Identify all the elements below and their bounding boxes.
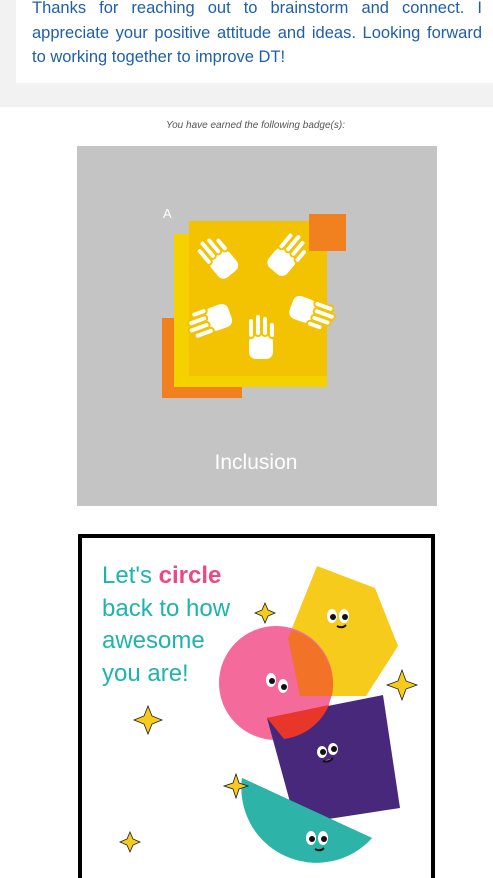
sparkle-icon: [118, 830, 142, 854]
badge-name: Inclusion: [214, 451, 298, 474]
ecard-line-3: awesome: [102, 627, 205, 654]
badge-card: A Inclusion: [77, 146, 437, 506]
ecard-message: Let's circle back to how awesome you are…: [102, 560, 262, 690]
ecard-line-4: you are!: [102, 659, 189, 687]
sparkle-icon: [132, 704, 164, 736]
message-panel: Thanks for reaching out to brainstorm an…: [0, 0, 493, 107]
ecard-line-1-emphasis: circle: [158, 562, 222, 589]
sparkle-icon: [385, 668, 419, 702]
ecard-line-1-prefix: Let's: [102, 562, 159, 589]
hands-circle-icon: [162, 214, 346, 398]
message-text: Thanks for reaching out to brainstorm an…: [32, 0, 482, 66]
badge-caption: You have earned the following badge(s):: [165, 120, 345, 131]
ecard-image: Let's circle back to how awesome you are…: [78, 534, 435, 878]
ecard-line-2: back to how: [102, 594, 231, 622]
